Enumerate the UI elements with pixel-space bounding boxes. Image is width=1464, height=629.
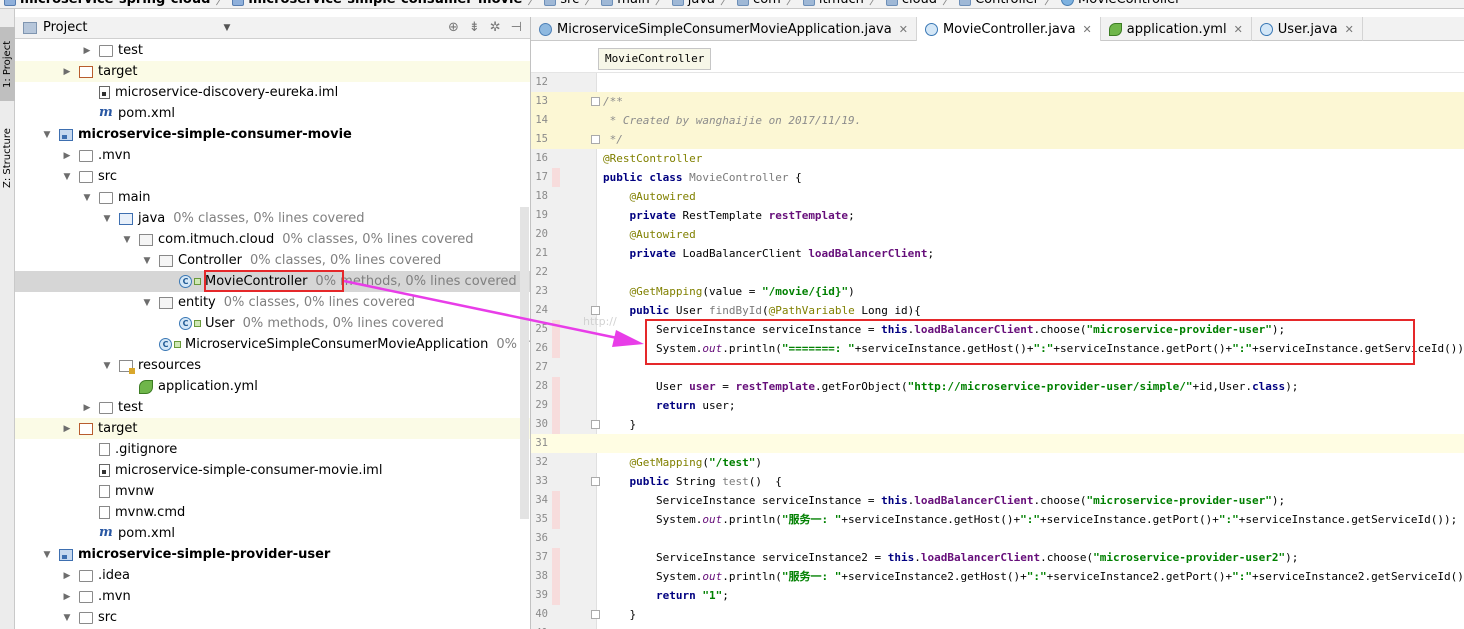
annotation-arrow-line (343, 279, 623, 341)
annotation-arrow (343, 279, 644, 347)
annotation-arrow-head (612, 330, 644, 347)
